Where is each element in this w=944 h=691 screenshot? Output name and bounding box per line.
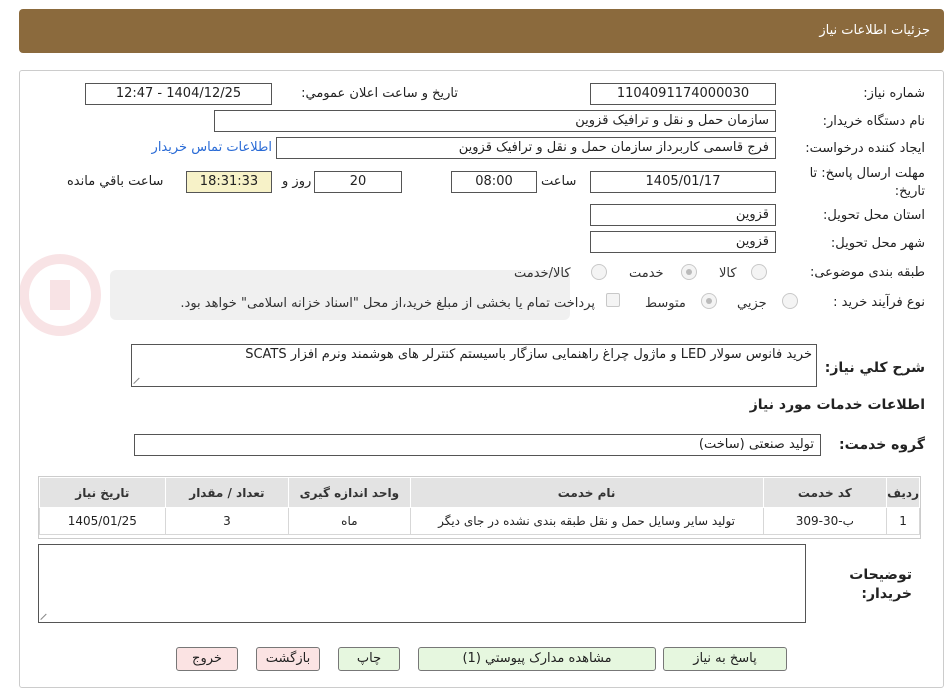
buyer-notes-field [38,544,806,623]
process-radio-minor[interactable] [782,293,798,309]
province-label: استان محل تحويل: [823,208,925,223]
deadline-days-field: 20 [314,171,402,193]
reply-button[interactable]: پاسخ به نياز [663,647,787,671]
treasury-note: پرداخت تمام يا بخشی از مبلغ خريد،از محل … [180,296,595,311]
service-group-label: گروه خدمت: [839,437,925,453]
category-option-goods: کالا [719,266,737,281]
col-row-header: رديف [886,477,920,508]
services-section-title: اطلاعات خدمات مورد نياز [749,397,925,413]
buyer-contact-link[interactable]: اطلاعات تماس خريدار [152,140,272,155]
description-text: خريد فانوس سولار LED و ماژول چراغ راهنما… [245,347,812,362]
category-radio-both[interactable] [591,264,607,280]
deadline-time-field: 08:00 [451,171,537,193]
buyer-notes-label-2: خريدار: [861,586,912,602]
col-qty-header: تعداد / مقدار [164,477,290,508]
category-option-both: کالا/خدمت [514,266,571,281]
buyer-org-field: سازمان حمل و نقل و ترافيک قزوين [214,110,776,132]
category-radio-goods[interactable] [751,264,767,280]
process-option-minor: جزيي [737,296,767,311]
page-header: جزئيات اطلاعات نياز [19,9,944,53]
province-field: قزوين [590,204,776,226]
treasury-checkbox[interactable] [606,293,620,307]
service-group-field: توليد صنعتی (ساخت) [134,434,821,456]
deadline-label: مهلت ارسال پاسخ: تا [809,166,925,181]
table-header-row: رديف کد خدمت نام خدمت واحد اندازه گيری ت… [39,477,920,508]
need-number-label: شماره نياز: [863,86,925,101]
resize-grip-icon[interactable] [134,376,142,384]
cell-unit: ماه [288,507,411,535]
announce-label: تاريخ و ساعت اعلان عمومي: [301,86,458,101]
deadline-date-field: 1405/01/17 [590,171,776,193]
print-button[interactable]: چاپ [338,647,400,671]
col-name-header: نام خدمت [409,477,764,508]
category-option-service: خدمت [629,266,664,281]
cell-qty: 3 [164,507,290,535]
deadline-days-label: روز و [282,174,312,189]
buyer-notes-label: توضيحات [849,567,912,583]
table-row: 1 ب-30-309 توليد ساير وسايل حمل و نقل طب… [39,507,920,535]
process-label: نوع فرآيند خريد : [833,295,925,310]
category-label: طبقه بندی موضوعی: [809,265,925,280]
description-label: شرح کلي نياز: [824,360,925,376]
process-radio-medium[interactable] [701,293,717,309]
back-button[interactable]: بازگشت [256,647,320,671]
deadline-label-date: تاريخ: [894,184,925,199]
col-unit-header: واحد اندازه گيری [288,477,411,508]
page-title: جزئيات اطلاعات نياز [819,23,930,38]
requester-field: فرج قاسمی کاربرداز سازمان حمل و نقل و تر… [276,137,776,159]
deadline-time-label: ساعت [541,174,577,189]
city-label: شهر محل تحويل: [830,236,925,251]
services-table: رديف کد خدمت نام خدمت واحد اندازه گيری ت… [39,477,920,535]
requester-label: ايجاد کننده درخواست: [805,141,925,156]
announce-field: 1404/12/25 - 12:47 [85,83,272,105]
resize-grip-icon[interactable] [41,612,49,620]
process-option-medium: متوسط [645,296,686,311]
remaining-time-field: 18:31:33 [186,171,272,193]
cell-code: ب-30-309 [762,507,888,535]
need-number-field: 1104091174000030 [590,83,776,105]
col-code-header: کد خدمت [762,477,888,508]
cell-name: توليد ساير وسايل حمل و نقل طبقه بندی نشد… [409,507,764,535]
description-field: خريد فانوس سولار LED و ماژول چراغ راهنما… [131,344,817,387]
city-field: قزوين [590,231,776,253]
cell-row: 1 [886,507,920,535]
exit-button[interactable]: خروج [176,647,238,671]
buyer-org-label: نام دستگاه خريدار: [822,114,925,129]
cell-date: 1405/01/25 [39,507,166,535]
category-radio-service[interactable] [681,264,697,280]
attachments-button[interactable]: مشاهده مدارک پيوستي (1) [418,647,656,671]
col-date-header: تاريخ نياز [39,477,166,508]
remaining-time-label: ساعت باقي مانده [67,174,164,189]
